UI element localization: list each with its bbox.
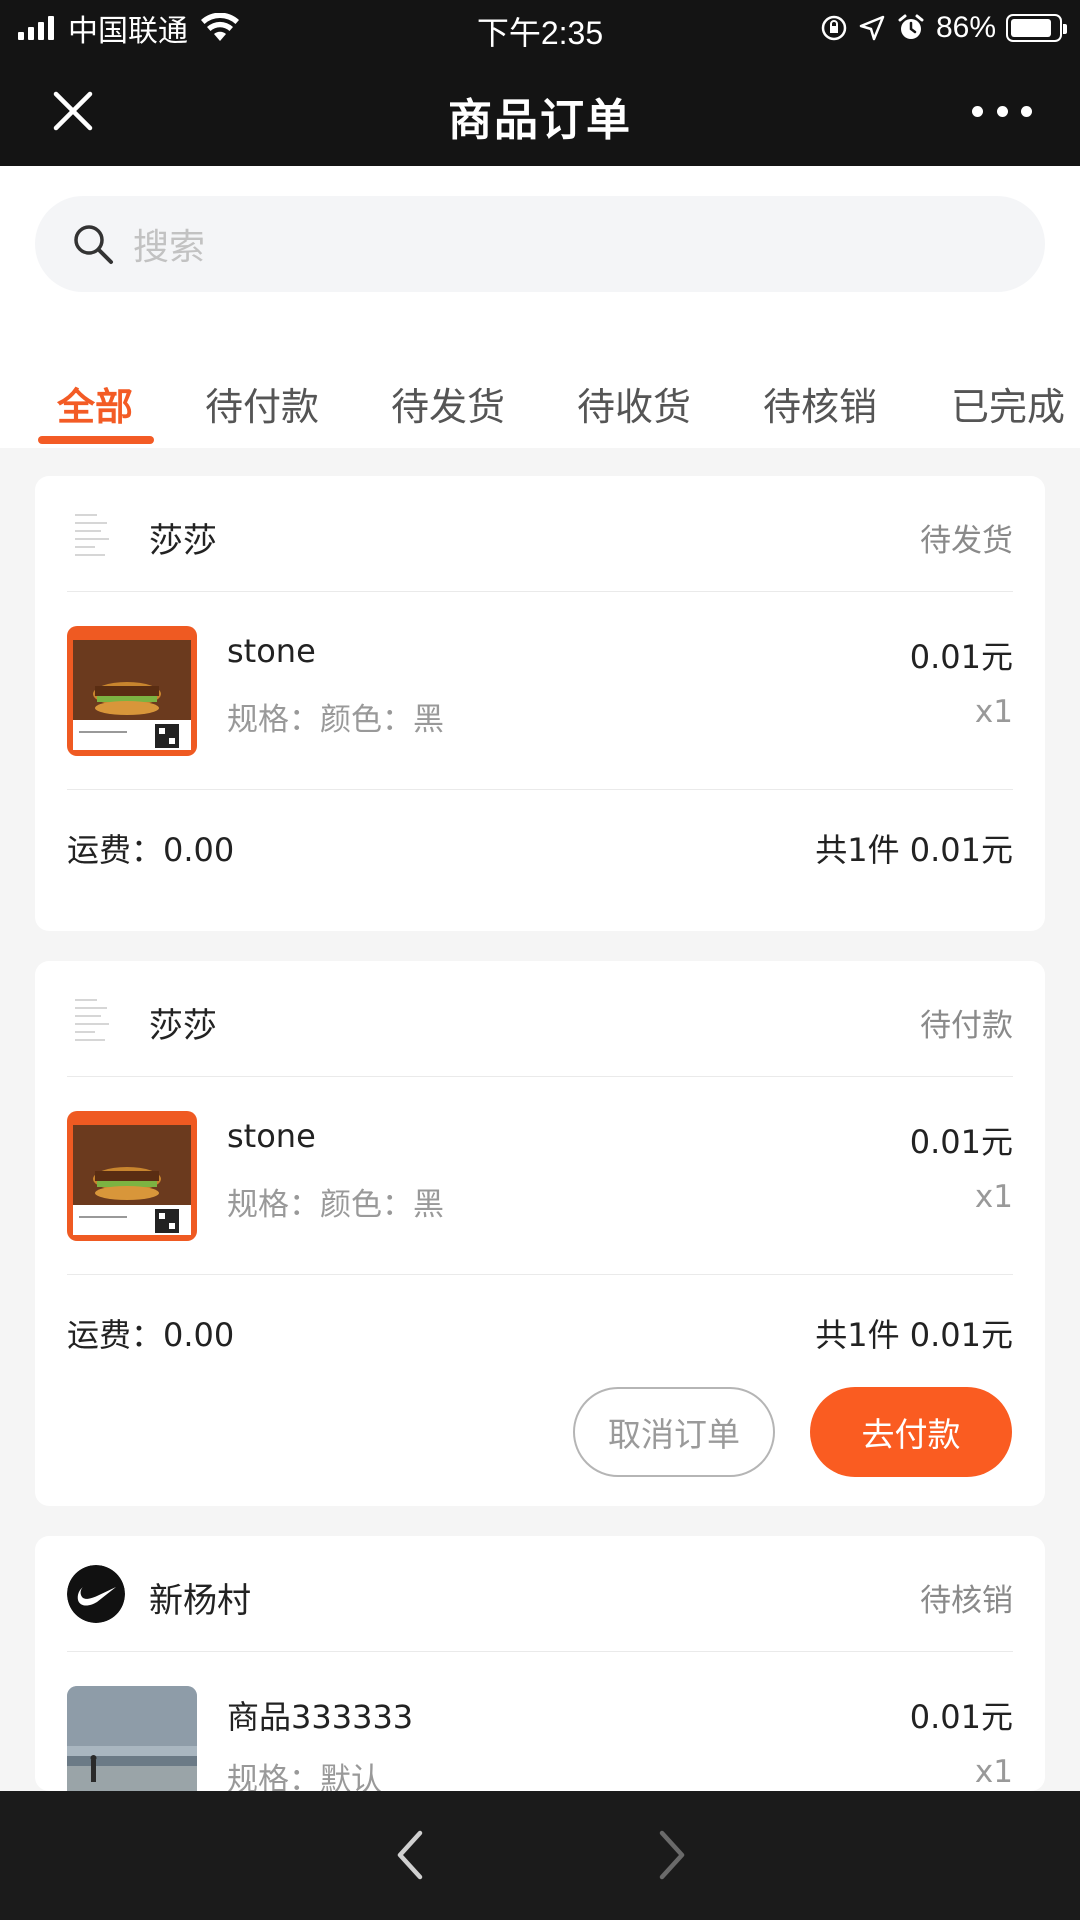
product-quantity: x1	[974, 1179, 1013, 1215]
shop-name: 莎莎	[149, 1006, 217, 1046]
title-bar: 商品订单	[0, 56, 1080, 166]
tab-pending-shipment[interactable]: 待发货	[391, 376, 505, 431]
order-status: 待付款	[920, 1008, 1013, 1044]
order-status: 待核销	[920, 1583, 1013, 1619]
chevron-left-icon[interactable]	[390, 1829, 430, 1881]
product-spec: 规格：颜色：黑	[227, 1187, 444, 1223]
order-card[interactable]: 莎莎 待发货 stone 规格：颜色：黑 0.01元 x1 运费：0.00 共1…	[35, 476, 1045, 931]
active-tab-indicator	[38, 436, 154, 444]
product-name: 商品333333	[227, 1698, 414, 1736]
order-summary: 运费：0.00 共1件 0.01元	[67, 790, 1013, 902]
battery-fill	[1011, 19, 1051, 37]
order-card[interactable]: 新杨村 待核销 商品333333 规格：默认 0.01元 x1	[35, 1536, 1045, 1816]
shop-logo	[67, 990, 125, 1048]
tab-pending-receipt[interactable]: 待收货	[577, 376, 691, 431]
shipping-fee: 运费：0.00	[67, 831, 235, 869]
product-spec: 规格：颜色：黑	[227, 702, 444, 738]
product-name: stone	[227, 632, 316, 670]
shop-row: 新杨村 待核销	[67, 1536, 1013, 1652]
pay-button[interactable]: 去付款	[810, 1387, 1012, 1477]
product-quantity: x1	[974, 1754, 1013, 1790]
filter-header: 搜索 全部 待付款 待发货 待收货 待核销 已完成	[0, 166, 1080, 448]
battery-percent: 86%	[935, 11, 996, 44]
search-icon	[74, 225, 113, 264]
more-icon[interactable]	[972, 102, 1032, 120]
product-image	[67, 626, 197, 756]
order-status: 待发货	[920, 523, 1013, 559]
alarm-icon	[898, 14, 924, 39]
shop-row: 莎莎 待付款	[67, 961, 1013, 1077]
tab-pending-payment[interactable]: 待付款	[205, 376, 319, 431]
order-total: 共1件 0.01元	[815, 831, 1013, 869]
product-price: 0.01元	[909, 1123, 1013, 1161]
browser-nav-bar	[0, 1791, 1080, 1920]
product-image	[67, 1111, 197, 1241]
product-name: stone	[227, 1117, 316, 1155]
tab-all[interactable]: 全部	[57, 376, 133, 431]
product-quantity: x1	[974, 694, 1013, 730]
tab-completed[interactable]: 已完成	[951, 376, 1065, 431]
tab-pending-verification[interactable]: 待核销	[763, 376, 877, 431]
search-input[interactable]: 搜索	[35, 196, 1045, 292]
product-price: 0.01元	[909, 638, 1013, 676]
shop-name: 莎莎	[149, 521, 217, 561]
status-bar: 中国联通 下午2:35 86%	[0, 0, 1080, 56]
location-icon	[859, 15, 885, 41]
order-tabs: 全部 待付款 待发货 待收货 待核销 已完成	[0, 346, 1080, 448]
product-price: 0.01元	[909, 1698, 1013, 1736]
order-summary: 运费：0.00 共1件 0.01元	[67, 1275, 1013, 1387]
battery-icon	[1006, 14, 1067, 42]
order-item[interactable]: stone 规格：颜色：黑 0.01元 x1	[67, 1077, 1013, 1275]
status-right: 86%	[820, 10, 1067, 46]
search-placeholder: 搜索	[133, 227, 206, 268]
cancel-order-button[interactable]: 取消订单	[573, 1387, 775, 1477]
order-card[interactable]: 莎莎 待付款 stone 规格：颜色：黑 0.01元 x1 运费：0.00 共1…	[35, 961, 1045, 1506]
shop-row: 莎莎 待发货	[67, 476, 1013, 592]
shop-logo	[67, 1565, 125, 1623]
orientation-lock-icon	[821, 15, 847, 41]
order-item[interactable]: stone 规格：颜色：黑 0.01元 x1	[67, 592, 1013, 790]
chevron-right-icon[interactable]	[652, 1829, 692, 1881]
order-total: 共1件 0.01元	[815, 1316, 1013, 1354]
shipping-fee: 运费：0.00	[67, 1316, 235, 1354]
shop-name: 新杨村	[149, 1581, 251, 1621]
page-title: 商品订单	[448, 95, 632, 146]
shop-logo	[67, 505, 125, 563]
